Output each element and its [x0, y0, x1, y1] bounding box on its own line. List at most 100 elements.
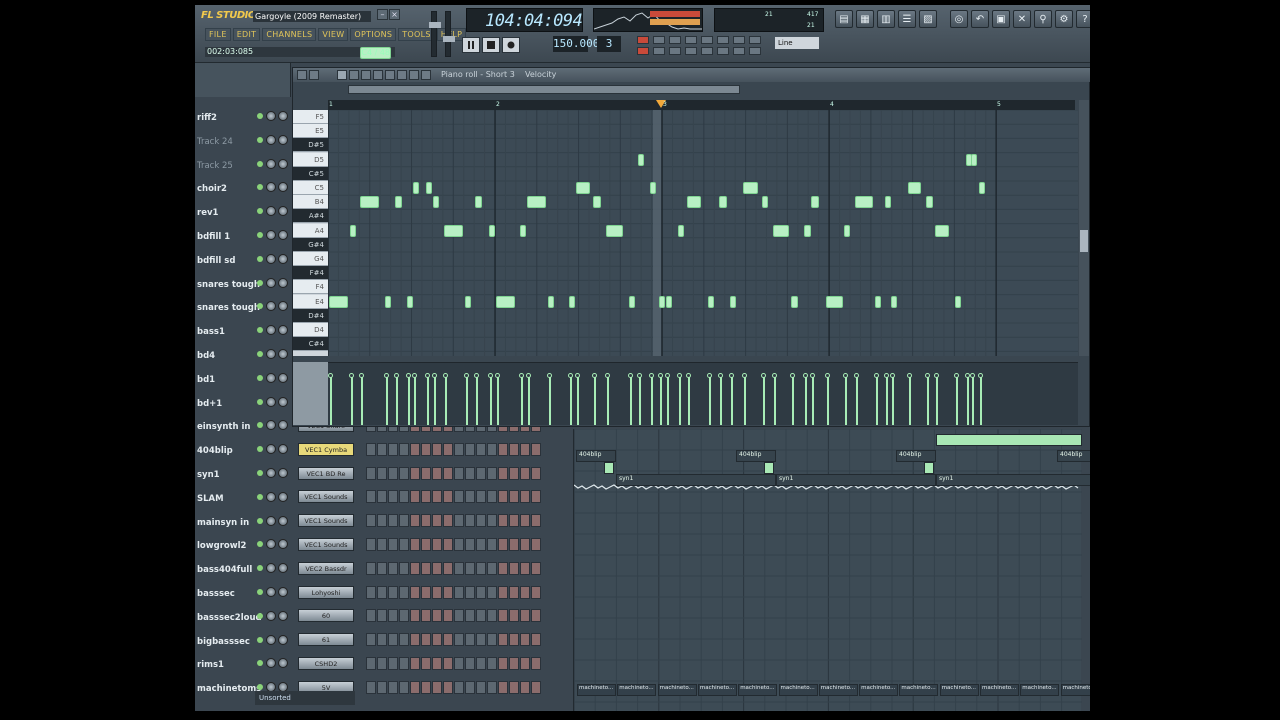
velocity-bar[interactable] [606, 375, 609, 425]
blip-note[interactable] [764, 462, 774, 474]
velocity-bar[interactable] [812, 375, 815, 425]
delete-icon[interactable] [361, 70, 371, 80]
pan-knob[interactable] [266, 587, 276, 597]
step-button[interactable] [454, 514, 464, 528]
note[interactable] [707, 295, 714, 308]
step-button[interactable] [454, 633, 464, 647]
volume-knob[interactable] [278, 468, 288, 478]
step-button[interactable] [498, 537, 508, 551]
note[interactable] [926, 196, 933, 209]
velocity-handle[interactable] [547, 373, 553, 378]
mute-led[interactable] [257, 374, 263, 381]
velocity-handle[interactable] [706, 373, 712, 378]
step-button[interactable] [476, 633, 486, 647]
step-button[interactable] [487, 680, 497, 694]
master-pitch-slider[interactable] [443, 11, 455, 57]
step-button[interactable] [399, 442, 409, 456]
piano-key[interactable]: F5 [293, 110, 328, 124]
step-button[interactable] [432, 442, 442, 456]
channel-filter[interactable]: Unsorted [255, 691, 355, 705]
step-button[interactable] [465, 442, 475, 456]
note[interactable] [488, 224, 496, 237]
velocity-handle[interactable] [487, 373, 493, 378]
step-button[interactable] [520, 537, 530, 551]
step-button[interactable] [366, 609, 376, 623]
machinetoms-clip[interactable]: machineto... [738, 684, 778, 696]
channel-button[interactable]: VEC1 Sounds [298, 490, 354, 504]
channel-name[interactable]: syn1 [197, 470, 220, 480]
piano-key[interactable]: D4 [293, 323, 328, 337]
menu-options[interactable]: OPTIONS [350, 28, 397, 41]
menu-view[interactable]: VIEW [318, 28, 349, 41]
step-button[interactable] [443, 514, 453, 528]
minimize-icon[interactable]: – [377, 9, 388, 20]
pan-knob[interactable] [266, 420, 276, 431]
channel-name[interactable]: bd+1 [197, 399, 222, 409]
step-button[interactable] [421, 466, 431, 480]
syn1-clip[interactable]: syn1 [616, 474, 776, 486]
velocity-bar[interactable] [773, 375, 776, 425]
velocity-handle[interactable] [889, 373, 895, 378]
channel-row[interactable] [257, 297, 290, 315]
cpu-icon[interactable]: ◎ [950, 10, 968, 28]
step-button[interactable] [465, 466, 475, 480]
piano-key[interactable]: A4 [293, 223, 328, 238]
step-button[interactable] [377, 514, 387, 528]
channel-name[interactable]: bigbasssec [197, 637, 250, 647]
velocity-handle[interactable] [933, 373, 939, 378]
step-button[interactable] [443, 537, 453, 551]
mute-led[interactable] [257, 660, 263, 667]
volume-knob[interactable] [278, 253, 288, 264]
channel-name[interactable]: riff2 [197, 113, 217, 123]
note[interactable] [360, 196, 380, 209]
machinetoms-clip[interactable]: machineto... [697, 684, 737, 696]
piano-key[interactable]: D#4 [293, 308, 328, 323]
step-button[interactable] [465, 609, 475, 623]
velocity-handle[interactable] [463, 373, 469, 378]
volume-knob[interactable] [278, 230, 288, 240]
channel-row[interactable]: CSHD2 [257, 654, 541, 672]
note[interactable] [908, 182, 922, 194]
menu-channels[interactable]: CHANNELS [262, 28, 317, 41]
velocity-handle[interactable] [384, 373, 390, 378]
step-button[interactable] [421, 609, 431, 623]
close-icon[interactable]: × [389, 9, 400, 20]
step-button[interactable] [432, 514, 442, 528]
mute-led[interactable] [257, 160, 263, 167]
volume-knob[interactable] [278, 420, 288, 431]
piano-key[interactable]: F4 [293, 280, 328, 295]
mute-led[interactable] [257, 684, 263, 691]
note[interactable] [804, 224, 812, 237]
velocity-bar[interactable] [497, 375, 500, 425]
note[interactable] [520, 224, 527, 237]
piano-key[interactable]: C5 [293, 181, 328, 195]
note[interactable] [934, 224, 950, 237]
mute-led[interactable] [257, 303, 263, 310]
mode-toggle-button[interactable] [669, 36, 681, 44]
step-button[interactable] [498, 490, 508, 504]
pan-knob[interactable] [266, 111, 276, 121]
step-button[interactable] [531, 561, 541, 575]
step-button[interactable] [410, 514, 420, 528]
velocity-bar[interactable] [659, 375, 662, 425]
note[interactable] [433, 196, 440, 209]
machinetoms-clip[interactable]: machineto... [980, 684, 1019, 696]
velocity-bar[interactable] [476, 375, 479, 425]
step-button[interactable] [366, 680, 376, 694]
step-button[interactable] [476, 490, 486, 504]
mode-toggle-button[interactable] [733, 47, 745, 55]
mixer-icon[interactable]: ▨ [919, 10, 937, 28]
step-button[interactable] [498, 466, 508, 480]
note[interactable] [677, 224, 685, 237]
step-button[interactable] [465, 490, 475, 504]
velocity-bar[interactable] [972, 375, 975, 425]
note[interactable] [407, 295, 414, 308]
note[interactable] [772, 224, 790, 237]
step-button[interactable] [388, 514, 398, 528]
velocity-bar[interactable] [594, 375, 597, 425]
step-button[interactable] [520, 561, 530, 575]
channel-row[interactable]: VEC1 Sounds [257, 488, 541, 506]
channel-name[interactable]: snares tough [197, 280, 260, 290]
channel-row[interactable]: VEC2 Bassdr [257, 559, 541, 577]
step-button[interactable] [476, 656, 486, 670]
